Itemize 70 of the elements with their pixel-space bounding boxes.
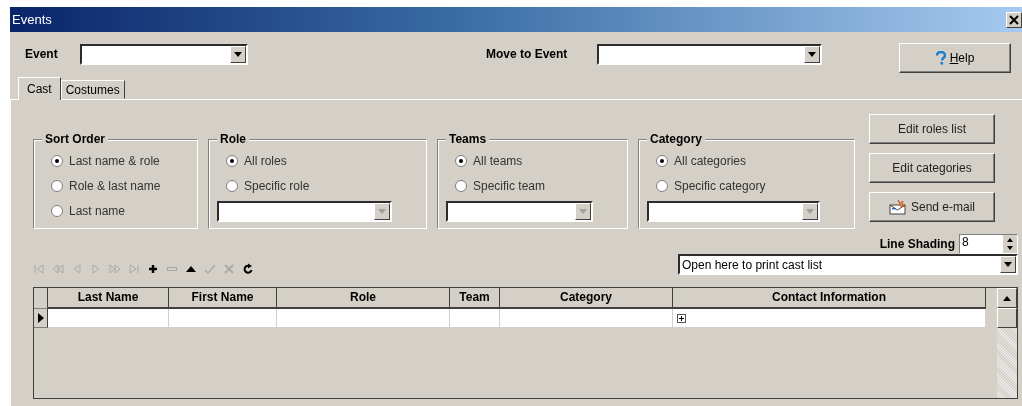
scroll-up-icon [1003,295,1011,301]
radio-button[interactable] [51,204,63,217]
navigation-arrow-icon [128,262,140,275]
radio-button[interactable] [656,154,668,167]
vertical-scrollbar[interactable] [997,288,1017,398]
navigation-arrow-icon [109,262,121,275]
radio-label: All roles [244,153,287,168]
caret-icon [378,209,386,214]
radio-button[interactable] [656,179,668,192]
move-to-event-dropdown[interactable] [597,43,822,65]
radio-label: Specific role [244,178,310,193]
table-cell[interactable] [500,309,673,328]
navigation-arrow-icon [52,262,64,275]
line-shading-spinner[interactable]: 8 [959,234,1018,254]
event-label: Event [25,47,59,61]
navigation-arrow-icon [90,262,102,275]
side-button[interactable]: Send e-mail [869,192,995,222]
scroll-thumb[interactable] [997,308,1017,328]
group-title: Sort Order [42,132,108,146]
radio-label: All teams [473,153,523,168]
side-button[interactable]: Edit roles list [869,114,995,144]
caret-icon [579,209,587,214]
radio-label: Specific category [674,178,766,193]
group-title: Role [217,132,249,146]
group-title: Teams [446,132,490,146]
table-cell[interactable] [169,309,277,328]
tab[interactable]: Costumes [60,80,125,99]
check-icon [204,262,216,275]
print-dropdown[interactable]: Open here to print cast list [678,254,1018,275]
group-title: Category [647,132,705,146]
caret-icon [808,51,816,57]
move-to-event-label: Move to Event [486,47,569,61]
tab[interactable]: Cast [18,77,61,100]
insert-button[interactable] [147,262,159,275]
radio-label: Last name [69,203,126,218]
radio-button[interactable] [226,154,238,167]
radio-label: Specific team [473,178,546,193]
question-mark-icon [935,51,946,65]
navigation-arrow-icon [71,262,83,275]
table-cell[interactable] [48,309,169,328]
table-cell[interactable] [673,309,986,328]
radio-label: Role & last name [69,178,161,193]
help-button[interactable]: Help [899,43,1011,73]
spinner-arrows-icon [1004,236,1016,252]
line-shading-label: Line Shading [879,237,955,251]
close-icon [1009,14,1019,25]
event-dropdown[interactable] [80,43,248,65]
radio-button[interactable] [51,179,63,192]
plus-icon [147,262,159,275]
current-row-icon [37,313,44,323]
refresh-icon [242,262,254,275]
radio-button[interactable] [226,179,238,192]
caret-icon [1004,262,1012,267]
radio-button[interactable] [455,154,467,167]
table-cell[interactable] [450,309,500,328]
envelope-icon [889,199,907,215]
table-cell[interactable] [277,309,450,328]
refresh-button[interactable] [242,262,254,275]
caret-icon [234,51,242,57]
radio-label: All categories [674,153,747,168]
radio-button[interactable] [51,154,63,167]
close-button[interactable] [1006,11,1022,28]
navigation-arrow-icon [33,262,45,275]
caret-icon [806,209,814,214]
expand-icon[interactable] [677,313,686,323]
radio-button[interactable] [455,179,467,192]
side-button[interactable]: Edit categories [869,153,995,183]
radio-label: Last name & role [69,153,160,168]
window-title: Events [11,12,52,27]
cross-icon [223,262,235,275]
